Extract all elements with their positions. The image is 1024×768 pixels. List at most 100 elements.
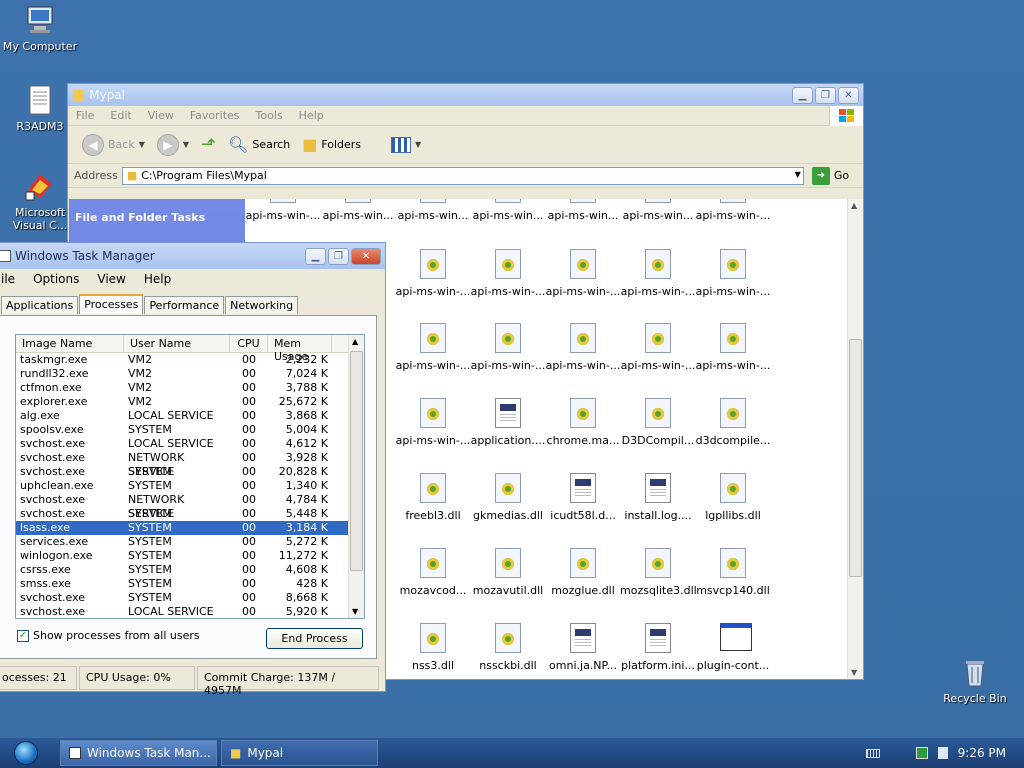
file-item[interactable]: api-ms-win... <box>320 199 396 222</box>
start-button[interactable] <box>8 740 44 766</box>
file-item[interactable]: omni.ja.NP... <box>545 623 621 672</box>
table-row[interactable]: svchost.exe LOCAL SERVICE 00 4,612 K <box>16 437 364 451</box>
table-row[interactable]: smss.exe SYSTEM 00 428 K <box>16 577 364 591</box>
column-mem-usage[interactable]: Mem Usage <box>268 335 332 363</box>
file-item[interactable]: api-ms-win... <box>620 199 696 222</box>
file-item[interactable]: plugin-cont... <box>695 623 771 672</box>
scroll-up-arrow-icon[interactable]: ▲ <box>352 337 358 346</box>
table-row[interactable]: ctfmon.exe VM2 00 3,788 K <box>16 381 364 395</box>
keyboard-icon[interactable] <box>865 748 880 758</box>
table-row[interactable]: alg.exe LOCAL SERVICE 00 3,868 K <box>16 409 364 423</box>
column-user-name[interactable]: User Name <box>124 335 230 352</box>
file-item[interactable]: api-ms-win-... <box>470 323 546 372</box>
file-item[interactable]: api-ms-win-... <box>395 249 471 298</box>
menu-view[interactable]: View <box>140 109 182 122</box>
scrollbar-thumb[interactable] <box>849 339 862 577</box>
file-item[interactable]: mozavutil.dll <box>470 548 546 597</box>
file-item[interactable]: api-ms-win... <box>395 199 471 222</box>
table-row[interactable]: svchost.exe NETWORK SERVICE 00 4,784 K <box>16 493 364 520</box>
go-button[interactable]: ➜ Go <box>811 166 849 185</box>
explorer-scrollbar[interactable]: ▲ ▼ <box>847 199 863 679</box>
task-manager-window[interactable]: Windows Task Manager ▁ ❐ ✕ ile Options V… <box>0 242 386 697</box>
network-icon[interactable] <box>915 747 928 759</box>
clock[interactable]: 9:26 PM <box>958 746 1006 760</box>
end-process-button[interactable]: End Process <box>266 628 363 649</box>
scrollbar-thumb[interactable] <box>350 351 363 571</box>
scroll-up-arrow-icon[interactable]: ▲ <box>851 201 857 210</box>
maximize-button[interactable]: ❐ <box>328 247 349 265</box>
back-button[interactable]: ◀ Back ▼ <box>78 132 149 158</box>
table-row[interactable]: svchost.exe SYSTEM 00 8,668 K <box>16 591 364 605</box>
menu-help[interactable]: Help <box>291 109 332 122</box>
file-item[interactable]: install.log.... <box>620 473 696 522</box>
table-row[interactable]: svchost.exe LOCAL SERVICE 00 5,920 K <box>16 605 364 618</box>
table-row[interactable]: uphclean.exe SYSTEM 00 1,340 K <box>16 479 364 493</box>
file-item[interactable]: D3DCompil... <box>620 398 696 447</box>
table-row[interactable]: csrss.exe SYSTEM 00 4,608 K <box>16 563 364 577</box>
file-item[interactable]: api-ms-win-... <box>695 323 771 372</box>
menu-options[interactable]: Options <box>24 272 88 286</box>
file-item[interactable]: icudt58l.d... <box>545 473 621 522</box>
file-item[interactable]: d3dcompile... <box>695 398 771 447</box>
file-item[interactable]: msvcp140.dll <box>695 548 771 597</box>
task-pane-heading[interactable]: File and Folder Tasks <box>75 211 205 224</box>
minimize-button[interactable]: ▁ <box>305 247 326 265</box>
close-button[interactable]: ✕ <box>838 86 859 104</box>
menu-file[interactable]: ile <box>0 272 24 286</box>
file-item[interactable]: api-ms-win-... <box>545 323 621 372</box>
folders-button[interactable]: ■ Folders <box>298 133 365 156</box>
file-item[interactable]: mozglue.dll <box>545 548 621 597</box>
volume-icon[interactable] <box>937 747 948 759</box>
process-list-scrollbar[interactable]: ▲ ▼ <box>348 335 364 618</box>
file-item[interactable]: api-ms-win-... <box>620 249 696 298</box>
table-row[interactable]: winlogon.exe SYSTEM 00 11,272 K <box>16 549 364 563</box>
taskbar-button-task-manager[interactable]: Windows Task Man... <box>60 740 217 766</box>
file-item[interactable]: api-ms-win-... <box>620 323 696 372</box>
table-row[interactable]: svchost.exe SYSTEM 00 5,448 K <box>16 507 364 521</box>
table-row[interactable]: taskmgr.exe VM2 00 2,232 K <box>16 353 364 367</box>
file-item[interactable]: api-ms-win-... <box>695 199 771 222</box>
file-item[interactable]: platform.ini... <box>620 623 696 672</box>
up-folder-button[interactable]: ⬏ <box>197 132 220 157</box>
column-cpu[interactable]: CPU <box>230 335 268 352</box>
menu-file[interactable]: File <box>68 109 102 122</box>
explorer-titlebar[interactable]: ■ Mypal ▁ ❐ ✕ <box>68 84 863 106</box>
menu-favorites[interactable]: Favorites <box>182 109 248 122</box>
process-list[interactable]: Image Name User Name CPU Mem Usage taskm… <box>15 334 365 619</box>
table-row[interactable]: spoolsv.exe SYSTEM 00 5,004 K <box>16 423 364 437</box>
views-button[interactable]: ▼ <box>387 135 425 155</box>
table-row[interactable]: svchost.exe NETWORK SERVICE 00 3,928 K <box>16 451 364 478</box>
file-item[interactable]: lgpllibs.dll <box>695 473 771 522</box>
table-row[interactable]: svchost.exe SYSTEM 00 20,828 K <box>16 465 364 479</box>
file-item[interactable]: api-ms-win-... <box>395 398 471 447</box>
file-item[interactable]: chrome.ma... <box>545 398 621 447</box>
desktop-icon-my-computer[interactable]: My Computer <box>0 4 80 53</box>
close-button[interactable]: ✕ <box>351 247 381 265</box>
show-all-users-checkbox[interactable]: ✓ Show processes from all users <box>17 629 200 642</box>
maximize-button[interactable]: ❐ <box>815 86 836 104</box>
column-image-name[interactable]: Image Name <box>16 335 124 352</box>
table-row[interactable]: services.exe SYSTEM 00 5,272 K <box>16 535 364 549</box>
file-item[interactable]: mozavcod... <box>395 548 471 597</box>
menu-edit[interactable]: Edit <box>102 109 139 122</box>
tab-processes[interactable]: Processes <box>79 294 144 314</box>
file-item[interactable]: application.... <box>470 398 546 447</box>
address-input[interactable]: ■ C:\Program Files\Mypal ▼ <box>121 166 804 185</box>
file-item[interactable]: api-ms-win... <box>470 199 546 222</box>
table-row[interactable]: explorer.exe VM2 00 25,672 K <box>16 395 364 409</box>
table-row[interactable]: rundll32.exe VM2 00 7,024 K <box>16 367 364 381</box>
file-item[interactable]: nss3.dll <box>395 623 471 672</box>
task-manager-titlebar[interactable]: Windows Task Manager ▁ ❐ ✕ <box>0 243 385 269</box>
file-item[interactable]: api-ms-win... <box>545 199 621 222</box>
scroll-down-arrow-icon[interactable]: ▼ <box>851 668 857 677</box>
file-item[interactable]: api-ms-win-... <box>395 323 471 372</box>
table-row[interactable]: lsass.exe SYSTEM 00 3,184 K <box>16 521 364 535</box>
chevron-down-icon[interactable]: ▼ <box>795 170 801 179</box>
menu-view[interactable]: View <box>88 272 134 286</box>
forward-button[interactable]: ▶ ▼ <box>153 132 193 158</box>
taskbar-button-mypal[interactable]: ■ Mypal <box>221 740 378 766</box>
menu-tools[interactable]: Tools <box>248 109 291 122</box>
file-item[interactable]: api-ms-win-... <box>545 249 621 298</box>
file-item[interactable]: api-ms-win-... <box>695 249 771 298</box>
desktop-icon-recycle-bin[interactable]: Recycle Bin <box>935 656 1015 705</box>
